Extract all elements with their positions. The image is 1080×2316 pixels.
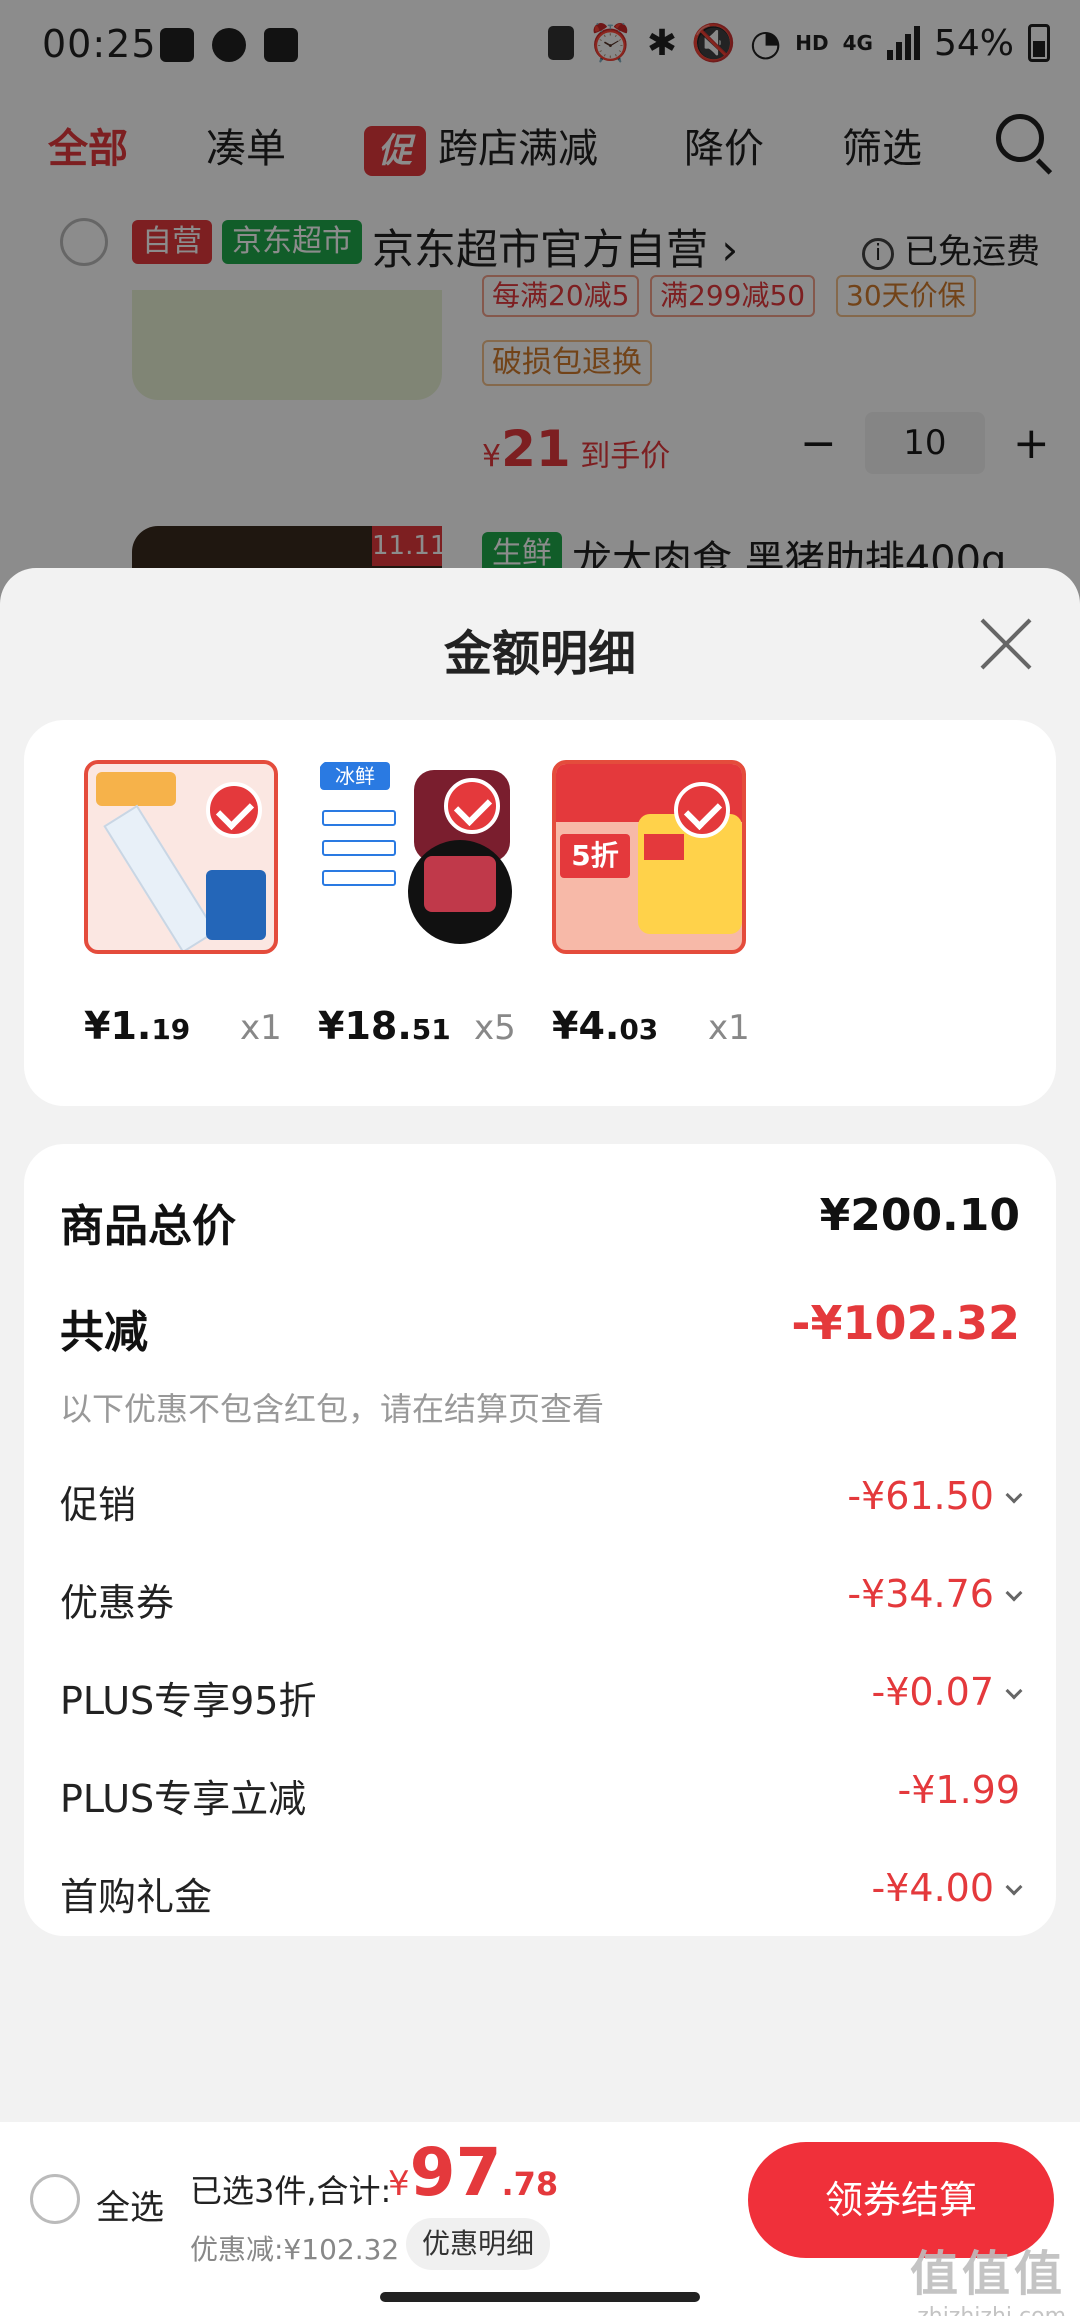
plus-discount-label: PLUS专享95折: [60, 1679, 317, 1723]
item-price: ¥18.51: [318, 1004, 451, 1048]
coupon-label: 优惠券: [60, 1581, 175, 1625]
chevron-down-icon: [1005, 1486, 1023, 1504]
home-indicator[interactable]: [380, 2292, 700, 2302]
checkmark-icon: [444, 778, 500, 834]
select-all-label[interactable]: 全选: [96, 2180, 164, 2229]
chevron-down-icon: [1005, 1682, 1023, 1700]
checkmark-icon: [674, 782, 730, 838]
plus-reduction-value: -¥1.99: [897, 1768, 1021, 1812]
product-thumbnail: [84, 760, 278, 954]
chevron-down-icon: [1005, 1878, 1023, 1896]
selected-item[interactable]: 冰鲜 ¥18.51 x5: [318, 760, 538, 1060]
discount-total-label: 共减: [60, 1307, 148, 1358]
item-quantity: x5: [474, 1008, 516, 1048]
select-all-radio[interactable]: [30, 2174, 80, 2224]
first-purchase-gift-value: -¥4.00: [872, 1866, 1023, 1910]
discount-summary: 优惠减:¥102.32: [190, 2233, 400, 2266]
promotion-label: 促销: [60, 1483, 137, 1527]
discount-note: 以下优惠不包含红包，请在结算页查看: [60, 1390, 605, 1428]
item-price: ¥4.03: [552, 1004, 659, 1048]
total-price-label: 商品总价: [60, 1201, 236, 1252]
sheet-title: 金额明细: [443, 626, 636, 682]
total-price-value: ¥200.10: [819, 1190, 1020, 1241]
selected-summary: 已选3件,合计:: [190, 2172, 392, 2210]
selected-item[interactable]: ¥1.19 x1: [84, 760, 304, 1060]
amount-detail-sheet: 金额明细 ¥1.19 x1 冰鲜 ¥18.51 x5 5折 ¥4.03 x1 商…: [0, 568, 1080, 2316]
selected-item[interactable]: 5折 ¥4.03 x1: [552, 760, 772, 1060]
product-thumbnail: 冰鲜: [318, 760, 512, 954]
close-icon[interactable]: [978, 616, 1034, 672]
watermark: 值值值 zhizhizhi.com: [909, 2246, 1066, 2316]
promotion-value: -¥61.50: [847, 1474, 1023, 1518]
selected-items-card: ¥1.19 x1 冰鲜 ¥18.51 x5 5折 ¥4.03 x1: [24, 720, 1056, 1106]
checkmark-icon: [206, 782, 262, 838]
checkout-bar: 全选 已选3件,合计: ¥97.78 优惠减:¥102.32 优惠明细 领券结算…: [0, 2122, 1080, 2316]
plus-reduction-label: PLUS专享立减: [60, 1777, 307, 1821]
total-amount: ¥97.78: [388, 2134, 559, 2211]
discount-detail-button[interactable]: 优惠明细: [406, 2218, 551, 2270]
item-quantity: x1: [240, 1008, 282, 1048]
product-thumbnail: 5折: [552, 760, 746, 954]
first-purchase-gift-label: 首购礼金: [60, 1875, 213, 1919]
item-quantity: x1: [708, 1008, 750, 1048]
price-summary-card: 商品总价 ¥200.10 共减 -¥102.32 以下优惠不包含红包，请在结算页…: [24, 1144, 1056, 1936]
item-price: ¥1.19: [84, 1004, 191, 1048]
discount-total-value: -¥102.32: [791, 1296, 1020, 1350]
coupon-value: -¥34.76: [847, 1572, 1023, 1616]
chevron-down-icon: [1005, 1584, 1023, 1602]
plus-discount-value: -¥0.07: [872, 1670, 1023, 1714]
